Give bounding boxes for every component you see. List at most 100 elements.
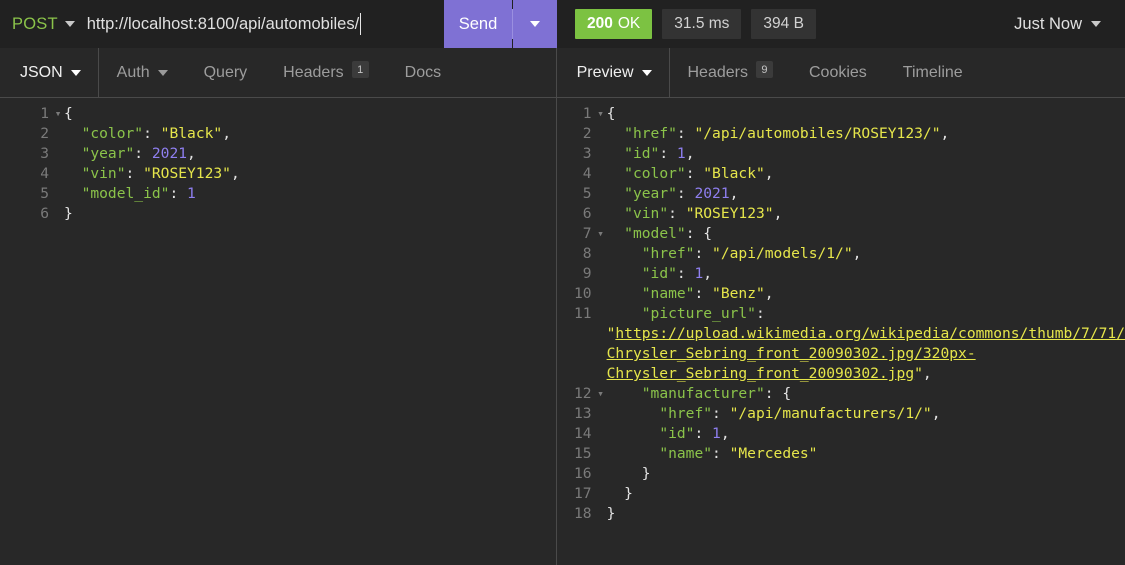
code-line: "https://upload.wikimedia.org/wikipedia/… [557,324,1125,344]
tab-headers[interactable]: Headers 9 [670,48,791,97]
chevron-down-icon [530,21,540,27]
code-line: 3 "year": 2021, [0,144,556,164]
code-text: "id": 1, [624,145,695,162]
tab-query[interactable]: Query [186,48,266,97]
tab-label: Preview [576,63,634,81]
line-number: 9 [582,265,592,282]
line-number: 10 [574,285,592,302]
code-line: 15 "name": "Mercedes" [557,444,1125,464]
tab-label: Headers [283,63,344,81]
code-text: "href": "/api/manufacturers/1/", [659,405,941,422]
fold-toggle-icon[interactable]: ▾ [595,224,607,244]
url-input[interactable]: http://localhost:8100/api/automobiles/ [85,0,444,48]
response-status-bar: 200 OK 31.5 ms 394 B Just Now [557,0,1125,48]
http-method-selector[interactable]: POST [0,0,85,48]
send-options-button[interactable] [513,0,557,48]
response-time-badge: 31.5 ms [662,9,742,39]
code-line: Chrysler_Sebring_front_20090302.jpg", [557,364,1125,384]
code-text: "vin": "ROSEY123", [81,165,240,182]
code-line: 14 "id": 1, [557,424,1125,444]
tab-label: Auth [116,63,150,81]
text-cursor [360,13,362,35]
tab-label: Headers [687,63,748,81]
code-text: "model": { [624,225,713,242]
tab-headers[interactable]: Headers 1 [265,48,386,97]
code-line: 2 "href": "/api/automobiles/ROSEY123/", [557,124,1125,144]
tab-label: Query [203,63,248,81]
tab-badge: 9 [755,61,773,78]
code-text: } [624,485,633,502]
chevron-down-icon [157,69,168,76]
code-line: Chrysler_Sebring_front_20090302.jpg/320p… [557,344,1125,364]
code-text: "name": "Mercedes" [659,445,818,462]
fold-toggle-icon[interactable]: ▾ [595,384,607,404]
tab-docs[interactable]: Docs [387,48,459,97]
line-number: 1 [582,105,592,122]
code-text: "year": 2021, [81,145,196,162]
http-method-label: POST [12,14,58,33]
code-text: "picture_url": [641,305,765,322]
line-number: 14 [574,425,592,442]
chevron-down-icon [641,69,652,76]
chevron-down-icon [1091,21,1101,27]
code-line: 9 "id": 1, [557,264,1125,284]
code-line: 7 ▾ "model": { [557,224,1125,244]
tab-label: Docs [404,63,442,81]
line-number: 15 [574,445,592,462]
code-text: "https://upload.wikimedia.org/wikipedia/… [606,325,1125,342]
tab-auth[interactable]: Auth [99,48,186,97]
line-number: 1 [40,105,49,122]
code-text: "year": 2021, [624,185,739,202]
tab-label: JSON [20,63,63,81]
code-line: 10 "name": "Benz", [557,284,1125,304]
tab-preview[interactable]: Preview [557,48,670,97]
code-text: "id": 1, [641,265,713,282]
line-number: 16 [574,465,592,482]
code-text: "vin": "ROSEY123", [624,205,783,222]
tab-label: Timeline [902,63,963,81]
code-text: Chrysler_Sebring_front_20090302.jpg/320p… [606,345,976,362]
send-button-label: Send [458,14,498,33]
request-tabbar: JSON Auth Query Headers 1 Docs [0,48,556,98]
code-line: 11 "picture_url": [557,304,1125,324]
line-number: 6 [582,205,592,222]
code-text: "color": "Black", [624,165,774,182]
code-line: 12 ▾ "manufacturer": { [557,384,1125,404]
code-line: 3 "id": 1, [557,144,1125,164]
url-text: http://localhost:8100/api/automobiles/ [86,14,360,33]
code-text: } [64,205,73,222]
code-text: { [64,105,73,122]
code-text: Chrysler_Sebring_front_20090302.jpg", [606,365,932,382]
panes-container: JSON Auth Query Headers 1 Docs 1 ▾{2 "color": … [0,48,1125,565]
tab-timeline[interactable]: Timeline [885,48,981,97]
line-number: 13 [574,405,592,422]
response-tabbar: Preview Headers 9 Cookies Timeline [556,48,1125,98]
tab-cookies[interactable]: Cookies [791,48,885,97]
chevron-down-icon [70,69,81,76]
code-text: "model_id": 1 [81,185,196,202]
fold-toggle-icon[interactable]: ▾ [52,104,64,124]
line-number: 8 [582,245,592,262]
request-top-bar: POST http://localhost:8100/api/automobil… [0,0,1125,48]
line-number: 3 [40,145,49,162]
code-text: } [641,465,651,482]
code-line: 1 ▾{ [0,104,556,124]
history-selector[interactable]: Just Now [1014,15,1107,34]
response-body-viewer[interactable]: 1 ▾{2 "href": "/api/automobiles/ROSEY123/… [557,98,1125,565]
send-button[interactable]: Send [444,0,512,48]
request-body-editor[interactable]: 1 ▾{2 "color": "Black", 3 "year": 2021, 4 "… [0,98,556,565]
fold-toggle-icon[interactable]: ▾ [595,104,607,124]
request-panel: JSON Auth Query Headers 1 Docs 1 ▾{2 "color": … [0,48,556,565]
code-text: "name": "Benz", [641,285,774,302]
line-number: 5 [40,185,49,202]
code-line: 16 } [557,464,1125,484]
code-text: "id": 1, [659,425,730,442]
line-number: 4 [582,165,592,182]
code-line: 6 "vin": "ROSEY123", [557,204,1125,224]
line-number: 4 [40,165,49,182]
url-zone: POST http://localhost:8100/api/automobil… [0,0,557,48]
chevron-down-icon [64,21,75,27]
tab-json[interactable]: JSON [0,48,99,97]
response-panel: Preview Headers 9 Cookies Timeline 1 ▾{2 "hre… [556,48,1125,565]
status-code: 200 [587,15,613,32]
